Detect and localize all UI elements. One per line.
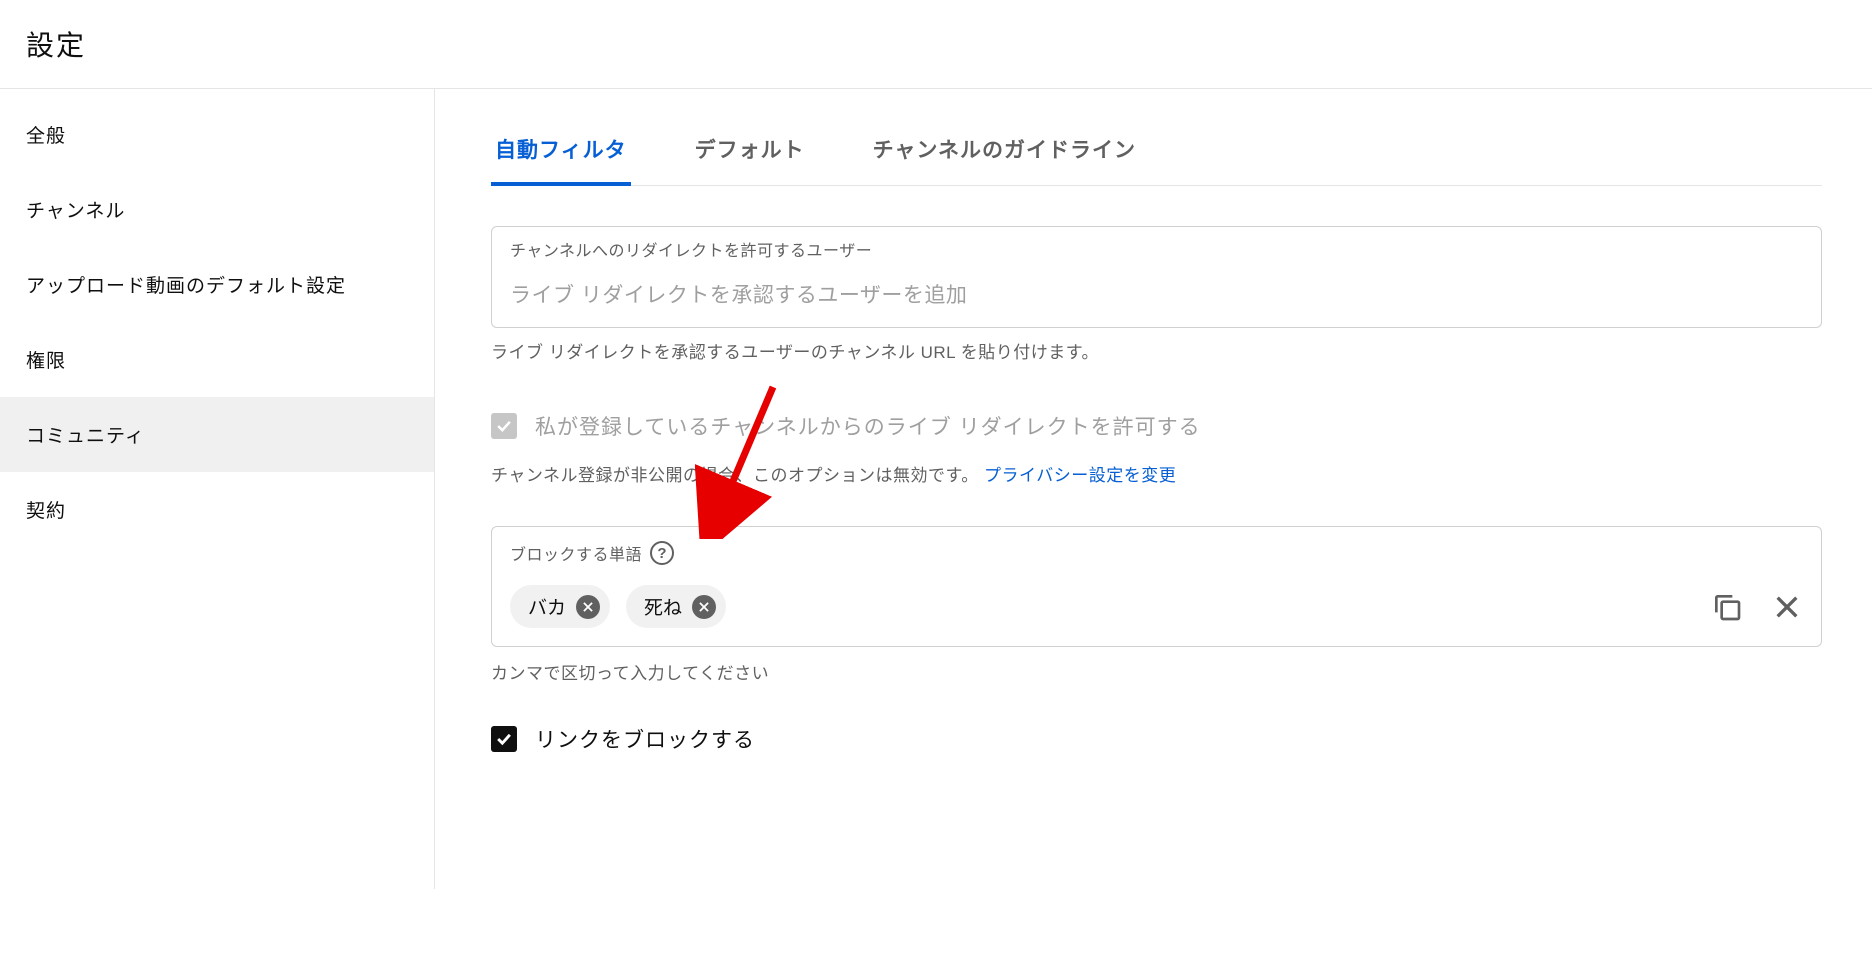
- tab-guidelines[interactable]: チャンネルのガイドライン: [869, 120, 1140, 186]
- sidebar-item-contract[interactable]: 契約: [0, 472, 434, 547]
- allow-redirect-row: 私が登録しているチャンネルからのライブ リダイレクトを許可する: [491, 411, 1822, 441]
- redirect-users-help: ライブ リダイレクトを承認するユーザーのチャンネル URL を貼り付けます。: [491, 338, 1822, 363]
- chip-remove-button[interactable]: [692, 595, 716, 619]
- chip-remove-button[interactable]: [576, 595, 600, 619]
- check-icon: [494, 416, 514, 436]
- blocked-words-header: ブロックする単語 ?: [510, 541, 1803, 565]
- block-links-label: リンクをブロックする: [535, 724, 755, 754]
- chip-word-2: 死ね: [626, 585, 726, 628]
- redirect-users-placeholder: ライブ リダイレクトを承認するユーザーを追加: [510, 279, 1803, 309]
- main-content: 自動フィルタ デフォルト チャンネルのガイドライン チャンネルへのリダイレクトを…: [435, 89, 1872, 889]
- layout: 全般 チャンネル アップロード動画のデフォルト設定 権限 コミュニティ 契約 自…: [0, 89, 1872, 889]
- blocked-words-actions: [1711, 591, 1803, 628]
- sidebar: 全般 チャンネル アップロード動画のデフォルト設定 権限 コミュニティ 契約: [0, 89, 435, 889]
- sidebar-item-channel[interactable]: チャンネル: [0, 172, 434, 247]
- sidebar-item-permissions[interactable]: 権限: [0, 322, 434, 397]
- check-icon: [494, 729, 514, 749]
- block-links-checkbox[interactable]: [491, 726, 517, 752]
- close-icon: [697, 600, 711, 614]
- chip-label: 死ね: [644, 593, 682, 620]
- close-icon: [1771, 591, 1803, 623]
- sidebar-item-community[interactable]: コミュニティ: [0, 397, 434, 472]
- blocked-words-chips: バカ 死ね: [510, 585, 1803, 628]
- chip-label: バカ: [528, 593, 566, 620]
- redirect-users-label: チャンネルへのリダイレクトを許可するユーザー: [510, 237, 1803, 261]
- clear-button[interactable]: [1771, 591, 1803, 628]
- sidebar-item-upload-defaults[interactable]: アップロード動画のデフォルト設定: [0, 247, 434, 322]
- help-icon[interactable]: ?: [650, 541, 674, 565]
- close-icon: [581, 600, 595, 614]
- block-links-row: リンクをブロックする: [491, 724, 1822, 754]
- tab-default[interactable]: デフォルト: [691, 120, 809, 186]
- privacy-settings-link[interactable]: プライバシー設定を変更: [984, 466, 1176, 485]
- blocked-words-field[interactable]: ブロックする単語 ? バカ 死ね: [491, 526, 1822, 647]
- tabs: 自動フィルタ デフォルト チャンネルのガイドライン: [491, 119, 1822, 186]
- blocked-words-help: カンマで区切って入力してください: [491, 659, 1822, 684]
- redirect-users-field[interactable]: チャンネルへのリダイレクトを許可するユーザー ライブ リダイレクトを承認するユー…: [491, 226, 1822, 328]
- allow-redirect-help: チャンネル登録が非公開の場合、このオプションは無効です。 プライバシー設定を変更: [491, 461, 1822, 486]
- red-arrow-annotation: [695, 379, 795, 539]
- sidebar-item-general[interactable]: 全般: [0, 97, 434, 172]
- allow-redirect-label: 私が登録しているチャンネルからのライブ リダイレクトを許可する: [535, 411, 1201, 441]
- allow-redirect-checkbox: [491, 413, 517, 439]
- page-title: 設定: [26, 24, 1846, 64]
- blocked-words-label: ブロックする単語: [510, 541, 642, 565]
- tab-auto-filter[interactable]: 自動フィルタ: [491, 120, 631, 186]
- copy-button[interactable]: [1711, 591, 1743, 628]
- chip-word-1: バカ: [510, 585, 610, 628]
- copy-icon: [1711, 591, 1743, 623]
- page-header: 設定: [0, 0, 1872, 89]
